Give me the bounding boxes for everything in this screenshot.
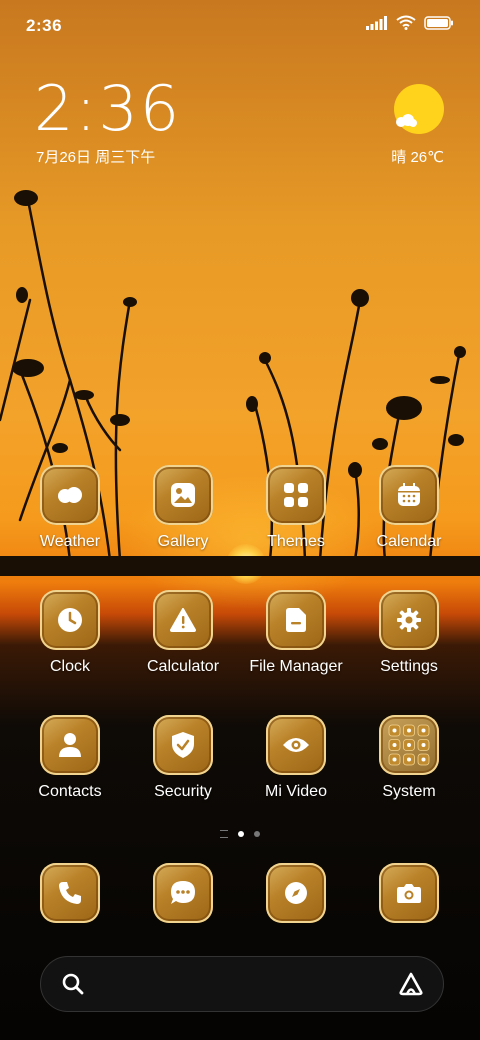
wifi-icon: [396, 15, 416, 30]
app-label: Weather: [39, 533, 101, 550]
app-label: Contacts: [38, 783, 102, 800]
app-label: Clock: [49, 658, 90, 675]
calendar-icon: [398, 483, 420, 506]
calculator-icon: [170, 608, 196, 632]
app-gallery[interactable]: Gallery: [133, 465, 233, 551]
signal-icon: [366, 15, 387, 30]
app-label: System: [382, 783, 436, 800]
weather-widget[interactable]: 晴 26℃: [374, 84, 444, 166]
page-indicator-list-icon: [220, 830, 228, 838]
app-label: Themes: [267, 533, 325, 550]
app-calendar[interactable]: Calendar: [359, 465, 459, 551]
file-manager-icon: [286, 608, 306, 632]
weather-summary: 晴 26℃: [391, 149, 444, 166]
app-label: Gallery: [157, 533, 209, 550]
security-icon: [172, 732, 194, 758]
app-calculator[interactable]: Calculator: [133, 590, 233, 676]
app-file-manager[interactable]: File Manager: [246, 590, 346, 676]
search-icon: [62, 973, 84, 995]
mi-video-icon: [283, 738, 309, 752]
page-indicator[interactable]: [0, 830, 480, 838]
app-mi-video[interactable]: Mi Video: [246, 715, 346, 801]
app-label: Security: [154, 783, 212, 800]
app-contacts[interactable]: Contacts: [20, 715, 120, 801]
weather-icon: [58, 487, 82, 503]
folder-system[interactable]: System: [359, 715, 459, 801]
search-bar[interactable]: [40, 956, 444, 1012]
settings-icon: [397, 608, 421, 632]
phone-icon: [59, 882, 81, 904]
app-label: Calculator: [146, 658, 220, 675]
clock-icon: [58, 608, 82, 632]
camera-icon: [397, 884, 421, 903]
system-folder-icon: [388, 724, 430, 766]
app-security[interactable]: Security: [133, 715, 233, 801]
clock-widget-time[interactable]: 2:36: [34, 78, 181, 140]
dock-phone[interactable]: [20, 863, 120, 923]
status-bar: 2:36: [0, 0, 480, 50]
page-dot-active: [238, 831, 244, 837]
app-weather[interactable]: Weather: [20, 465, 120, 551]
page-dot: [254, 831, 260, 837]
cloud-icon: [396, 114, 417, 127]
themes-icon: [284, 483, 308, 507]
dock-messages[interactable]: [133, 863, 233, 923]
app-label: Settings: [380, 658, 438, 675]
battery-icon: [424, 15, 453, 30]
app-clock[interactable]: Clock: [20, 590, 120, 676]
dock-camera[interactable]: [359, 863, 459, 923]
dock-browser[interactable]: [246, 863, 346, 923]
clock-widget-date: 7月26日 周三下午: [36, 149, 156, 166]
assistant-icon[interactable]: [397, 971, 425, 997]
messages-icon: [171, 881, 195, 904]
app-label: Calendar: [376, 533, 442, 550]
app-label: Mi Video: [265, 783, 327, 800]
status-time: 2:36: [26, 16, 63, 35]
app-label: File Manager: [249, 658, 343, 675]
browser-icon: [285, 882, 307, 904]
contacts-icon: [59, 733, 81, 757]
gallery-icon: [171, 483, 195, 507]
app-settings[interactable]: Settings: [359, 590, 459, 676]
app-themes[interactable]: Themes: [246, 465, 346, 551]
